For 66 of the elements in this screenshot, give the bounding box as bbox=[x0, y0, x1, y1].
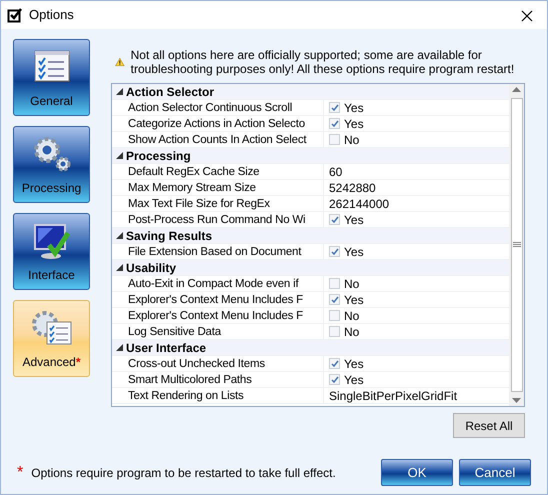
property-value: Yes bbox=[344, 372, 364, 388]
property-name: Text Rendering on Lists bbox=[126, 388, 324, 403]
property-name: Post-Process Run Command No Wi bbox=[126, 212, 324, 227]
sidebar-tab[interactable]: Processing bbox=[13, 126, 90, 203]
property-value: No bbox=[344, 132, 360, 148]
property-name: Smart Multicolored Paths bbox=[126, 372, 324, 387]
checkbox[interactable] bbox=[329, 102, 340, 113]
property-value: No bbox=[344, 324, 360, 340]
category-label: Action Selector bbox=[126, 84, 214, 99]
property-value: No bbox=[344, 308, 360, 324]
property-name: Cross-out Unchecked Items bbox=[126, 356, 324, 371]
property-name: Log Sensitive Data bbox=[126, 324, 324, 339]
checkbox[interactable] bbox=[329, 374, 340, 385]
expander-icon[interactable] bbox=[116, 232, 122, 239]
property-value: Yes bbox=[344, 292, 364, 308]
scrollbar[interactable] bbox=[509, 84, 524, 406]
sidebar-tab[interactable]: General bbox=[13, 39, 90, 116]
asterisk: * bbox=[17, 462, 24, 482]
property-name: Show Action Counts In Action Select bbox=[126, 132, 324, 147]
checkbox[interactable] bbox=[329, 294, 340, 305]
grip-icon[interactable] bbox=[512, 242, 520, 248]
property-value: Yes bbox=[344, 212, 364, 228]
property-name: Max Text File Size for RegEx bbox=[126, 196, 324, 211]
property-name: File Extension Based on Document bbox=[126, 244, 324, 259]
window-title: Options bbox=[29, 6, 74, 24]
category-label: Usability bbox=[126, 260, 176, 275]
checkbox[interactable] bbox=[329, 118, 340, 129]
property-value: Yes bbox=[344, 100, 364, 116]
category-label: User Interface bbox=[126, 340, 206, 355]
property-value[interactable]: 60 bbox=[329, 164, 342, 180]
expander-icon[interactable] bbox=[116, 88, 122, 95]
checkbox[interactable] bbox=[329, 358, 340, 369]
checkbox[interactable] bbox=[329, 278, 340, 289]
property-value[interactable]: 5242880 bbox=[329, 180, 376, 196]
property-name: Explorer's Context Menu Includes F bbox=[126, 292, 324, 307]
property-value[interactable]: 262144000 bbox=[329, 196, 390, 212]
property-name: Auto-Exit in Compact Mode even if bbox=[126, 276, 324, 291]
cancel-button[interactable]: Cancel bbox=[459, 459, 531, 486]
property-name: Default RegEx Cache Size bbox=[126, 164, 324, 179]
property-value: Yes bbox=[344, 244, 364, 260]
checkbox[interactable] bbox=[329, 246, 340, 257]
property-value: Yes bbox=[344, 116, 364, 132]
property-name: Max Memory Stream Size bbox=[126, 180, 324, 195]
close-icon bbox=[521, 10, 533, 22]
footnote-text: Options require program to be restarted to take full effect. bbox=[31, 464, 336, 482]
checkbox[interactable] bbox=[329, 310, 340, 321]
property-name: Explorer's Context Menu Includes F bbox=[126, 308, 324, 323]
property-name: Categorize Actions in Action Selecto bbox=[126, 116, 324, 131]
category-label: Saving Results bbox=[126, 228, 212, 243]
property-value: Yes bbox=[344, 356, 364, 372]
sidebar-tab[interactable]: Advanced* bbox=[13, 300, 90, 377]
expander-icon[interactable] bbox=[116, 264, 122, 271]
expander-icon[interactable] bbox=[116, 152, 122, 159]
property-value: No bbox=[344, 276, 360, 292]
expander-icon[interactable] bbox=[116, 344, 122, 351]
reset-all-button[interactable]: Reset All bbox=[453, 413, 525, 438]
checkbox-icon bbox=[7, 7, 23, 23]
warning-text: Not all options here are officially supported; some are available for troubleshooting purposes only! All these options require program restart! bbox=[130, 48, 516, 76]
property-name: Action Selector Continuous Scroll bbox=[126, 100, 324, 115]
checkbox[interactable] bbox=[329, 134, 340, 145]
checkbox[interactable] bbox=[329, 214, 340, 225]
ok-button[interactable]: OK bbox=[381, 459, 453, 486]
property-value[interactable]: SingleBitPerPixelGridFit bbox=[329, 388, 458, 404]
sidebar-tab[interactable]: Interface bbox=[13, 213, 90, 290]
checkbox[interactable] bbox=[329, 326, 340, 337]
category-label: Processing bbox=[126, 148, 191, 163]
